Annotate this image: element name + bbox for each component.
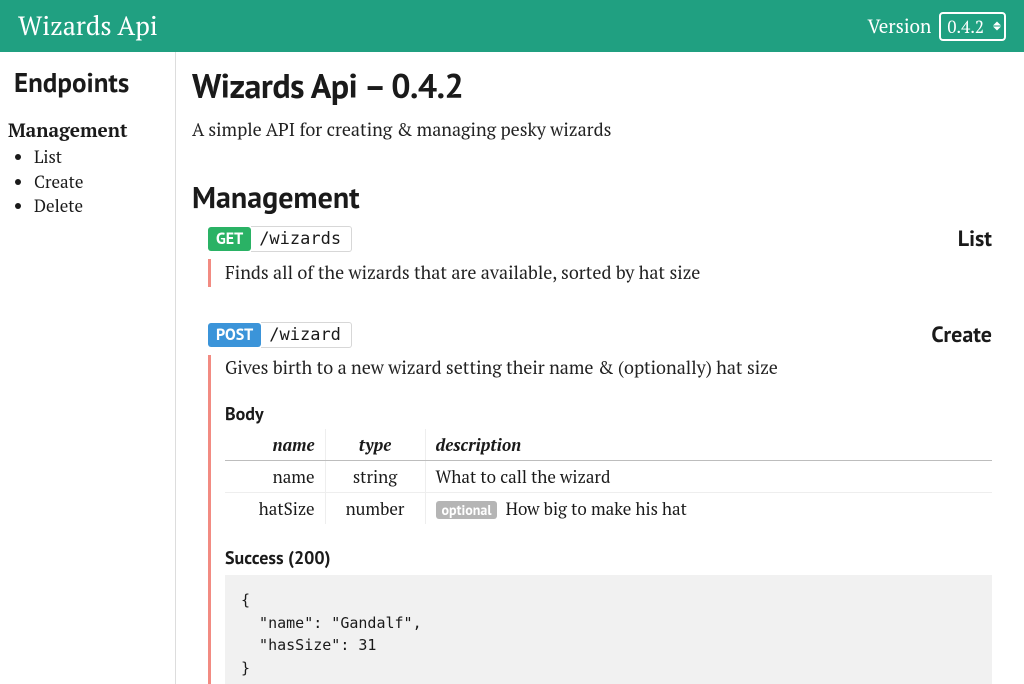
sidebar-item-create[interactable]: Create [34,170,165,195]
col-desc: description [425,429,992,461]
endpoint-desc: Gives birth to a new wizard setting thei… [225,356,992,380]
page-subtitle: A simple API for creating & managing pes… [192,118,992,142]
version-label: Version [867,14,931,39]
endpoint-name: Create [931,321,992,349]
version-select[interactable]: 0.4.2 [939,12,1006,41]
param-desc: optional How big to make his hat [425,493,992,525]
param-name: name [225,461,325,493]
col-name: name [225,429,325,461]
endpoint-name: List [958,225,992,253]
table-row: hatSize number optional How big to make … [225,493,992,525]
sidebar-item-list[interactable]: List [34,145,165,170]
table-row: name string What to call the wizard [225,461,992,493]
page-title: Wizards Api – 0.4.2 [192,64,992,108]
sidebar-item-delete[interactable]: Delete [34,194,165,219]
sidebar: Endpoints Management List Create Delete [0,52,176,684]
sidebar-group-management[interactable]: Management [8,118,165,143]
param-desc: What to call the wizard [425,461,992,493]
params-table: name type description name string What t… [225,429,992,524]
section-heading-management: Management [192,178,992,217]
sidebar-title: Endpoints [8,66,165,100]
method-badge-post: POST [208,323,261,347]
brand-title: Wizards Api [18,9,158,43]
sidebar-list: List Create Delete [8,145,165,219]
endpoint-path: /wizard [261,322,352,348]
success-heading: Success (200) [225,546,992,569]
topbar: Wizards Api Version 0.4.2 [0,0,1024,52]
body-heading: Body [225,402,992,425]
endpoint-path: /wizards [251,226,352,252]
success-code: { "name": "Gandalf", "hasSize": 31 } [225,575,992,684]
param-desc-text: How big to make his hat [506,497,687,520]
method-badge-get: GET [208,227,251,251]
param-type: string [325,461,425,493]
main-content: Wizards Api – 0.4.2 A simple API for cre… [176,52,1024,684]
endpoint-create: POST /wizard Create Gives birth to a new… [192,321,992,684]
param-type: number [325,493,425,525]
col-type: type [325,429,425,461]
param-name: hatSize [225,493,325,525]
endpoint-desc: Finds all of the wizards that are availa… [225,261,992,285]
tag-optional: optional [436,501,498,519]
endpoint-list: GET /wizards List Finds all of the wizar… [192,225,992,287]
version-area: Version 0.4.2 [867,14,1006,39]
